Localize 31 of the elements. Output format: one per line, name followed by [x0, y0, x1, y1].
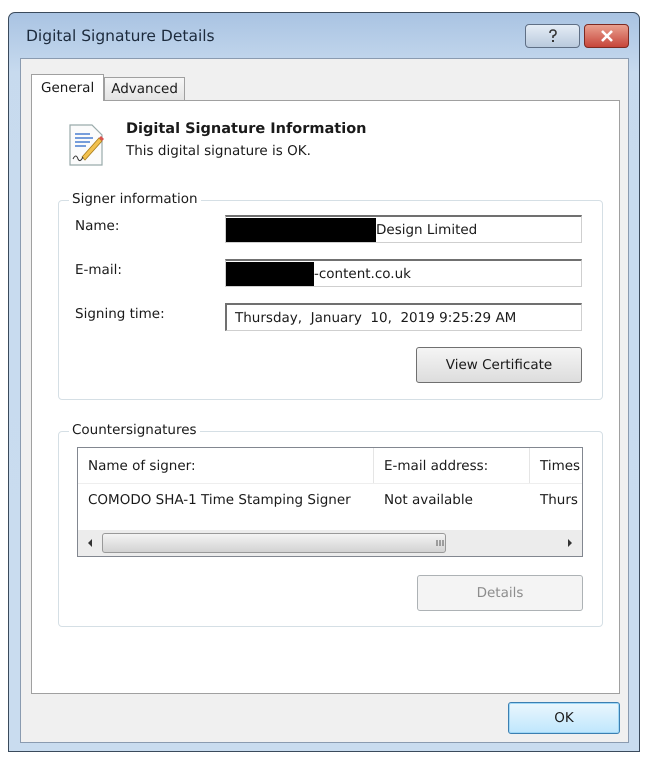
column-header[interactable]: E-mail address:	[374, 448, 530, 483]
question-icon	[546, 28, 558, 42]
scrollbar-thumb[interactable]	[102, 533, 446, 553]
table-cell-text: Not available	[383, 492, 474, 508]
horizontal-scrollbar[interactable]	[78, 530, 582, 556]
table-cell-text: COMODO SHA-1 Time Stamping Signer	[87, 492, 352, 508]
status-text: This digital signature is OK.	[126, 143, 312, 159]
column-header[interactable]: Name of signer:	[78, 448, 374, 483]
close-button[interactable]	[584, 24, 629, 48]
field-value: Design Limited	[376, 222, 478, 238]
tab[interactable]: General	[31, 74, 104, 101]
view-certificate-button[interactable]: View Certificate	[416, 347, 582, 383]
signed-document-icon	[68, 123, 106, 167]
group-title: Signer information	[69, 191, 201, 207]
tab[interactable]: Advanced	[104, 77, 185, 100]
ok-button[interactable]: OK	[508, 702, 620, 734]
column-header[interactable]: Times	[530, 448, 580, 483]
window-title: Digital Signature Details	[25, 26, 215, 44]
grip-icon	[435, 539, 445, 547]
scroll-right-icon	[566, 538, 574, 548]
section-heading: Digital Signature Information	[126, 121, 366, 137]
table-cell-text: Thurs	[539, 492, 578, 508]
field-label: E-mail:	[75, 262, 123, 278]
field-label: Name:	[75, 218, 120, 234]
scroll-left-icon	[86, 538, 94, 548]
help-button[interactable]	[525, 24, 580, 48]
field-value: -content.co.uk	[314, 266, 411, 282]
close-icon	[600, 30, 614, 42]
field-label: Signing time:	[75, 306, 166, 322]
group-title: Countersignatures	[69, 422, 200, 438]
field-value: Thursday, January 10, 2019 9:25:29 AM	[234, 310, 516, 326]
